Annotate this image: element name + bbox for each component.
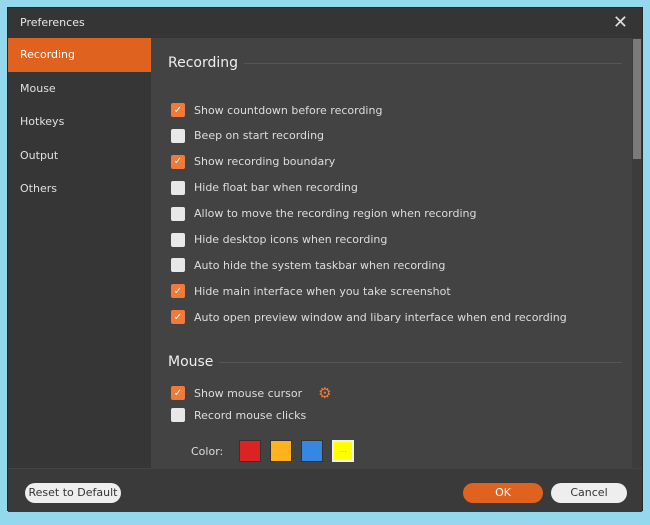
reset-to-default-button[interactable]: Reset to Default — [25, 483, 121, 503]
scrollbar[interactable] — [632, 38, 642, 468]
checkbox[interactable] — [171, 128, 185, 143]
checkbox-label: Hide main interface when you take screen… — [194, 284, 451, 298]
recording-option-checkbox[interactable]: Beep on start recording — [171, 128, 325, 143]
checkbox[interactable] — [171, 232, 185, 247]
checkbox[interactable] — [171, 258, 185, 273]
recording-option-checkbox[interactable]: ✓ Auto open preview window and libary int… — [171, 310, 567, 325]
checkbox[interactable]: ✓ — [171, 103, 185, 117]
recording-option-checkbox[interactable]: ✓ Show recording boundary — [171, 154, 336, 169]
recording-option-checkbox[interactable]: ✓ Show countdown before recording — [171, 103, 382, 117]
color-swatch-orange[interactable] — [270, 440, 293, 462]
recording-section-header: Recording — [168, 55, 622, 71]
checkbox-label: Auto hide the system taskbar when record… — [194, 258, 446, 272]
checkbox[interactable] — [171, 180, 185, 195]
section-title: Mouse — [168, 354, 214, 370]
sidebar-item-recording[interactable]: Recording — [8, 38, 151, 72]
recording-option-checkbox[interactable]: Hide desktop icons when recording — [171, 232, 388, 247]
mouse-section-header: Mouse — [168, 354, 622, 370]
content-panel: Recording ✓ Show countdown before recordi… — [151, 38, 634, 468]
ok-button[interactable]: OK — [463, 483, 543, 503]
color-swatch-blue[interactable] — [301, 440, 324, 462]
color-picker: Color: ··· — [191, 440, 355, 462]
gear-icon[interactable]: ⚙ — [318, 384, 331, 402]
color-label: Color: — [191, 444, 224, 458]
sidebar-item-mouse[interactable]: Mouse — [8, 72, 151, 106]
color-swatch-custom[interactable]: ··· — [332, 440, 355, 462]
close-icon[interactable]: ✕ — [613, 12, 628, 33]
checkbox-label: Show countdown before recording — [194, 103, 383, 117]
sidebar: Recording Mouse Hotkeys Output Others — [8, 38, 151, 468]
checkbox[interactable]: ✓ — [171, 284, 185, 299]
checkbox[interactable]: ✓ — [171, 310, 185, 325]
sidebar-item-output[interactable]: Output — [8, 139, 151, 173]
dialog-title: Preferences — [20, 16, 85, 29]
checkbox-label: Hide float bar when recording — [194, 181, 358, 195]
cancel-button[interactable]: Cancel — [551, 483, 627, 503]
checkbox-label: Hide desktop icons when recording — [194, 233, 388, 246]
sidebar-item-hotkeys[interactable]: Hotkeys — [8, 105, 151, 139]
preferences-dialog: Preferences ✕ Recording Mouse Hotkeys Ou… — [7, 7, 643, 512]
section-title: Recording — [168, 55, 239, 71]
checkbox[interactable] — [171, 206, 185, 221]
recording-option-checkbox[interactable]: ✓ Hide main interface when you take scree… — [171, 284, 451, 299]
recording-option-checkbox[interactable]: Hide float bar when recording — [171, 180, 358, 195]
recording-option-checkbox[interactable]: Auto hide the system taskbar when record… — [171, 258, 446, 273]
recording-option-checkbox[interactable]: Allow to move the recording region when … — [171, 206, 477, 221]
title-bar: Preferences ✕ — [8, 8, 642, 38]
checkbox-label: Beep on start recording — [194, 129, 325, 143]
checkbox-label: Record mouse clicks — [194, 408, 307, 422]
color-swatch-red[interactable] — [239, 440, 262, 462]
scrollbar-thumb[interactable] — [633, 39, 641, 159]
sidebar-item-others[interactable]: Others — [8, 172, 151, 206]
checkbox-label: Allow to move the recording region when … — [194, 207, 477, 221]
footer: Reset to Default OK Cancel — [8, 468, 642, 512]
checkbox-label: Show recording boundary — [194, 155, 336, 169]
checkbox[interactable]: ✓ — [171, 154, 185, 169]
checkbox[interactable]: ✓ — [171, 386, 185, 400]
show-mouse-cursor-checkbox[interactable]: ✓ Show mouse cursor ⚙ — [171, 384, 332, 402]
record-mouse-clicks-checkbox[interactable]: Record mouse clicks — [171, 408, 306, 422]
checkbox[interactable] — [171, 408, 185, 422]
checkbox-label: Show mouse cursor — [194, 386, 303, 400]
checkbox-label: Auto open preview window and libary inte… — [194, 310, 567, 324]
